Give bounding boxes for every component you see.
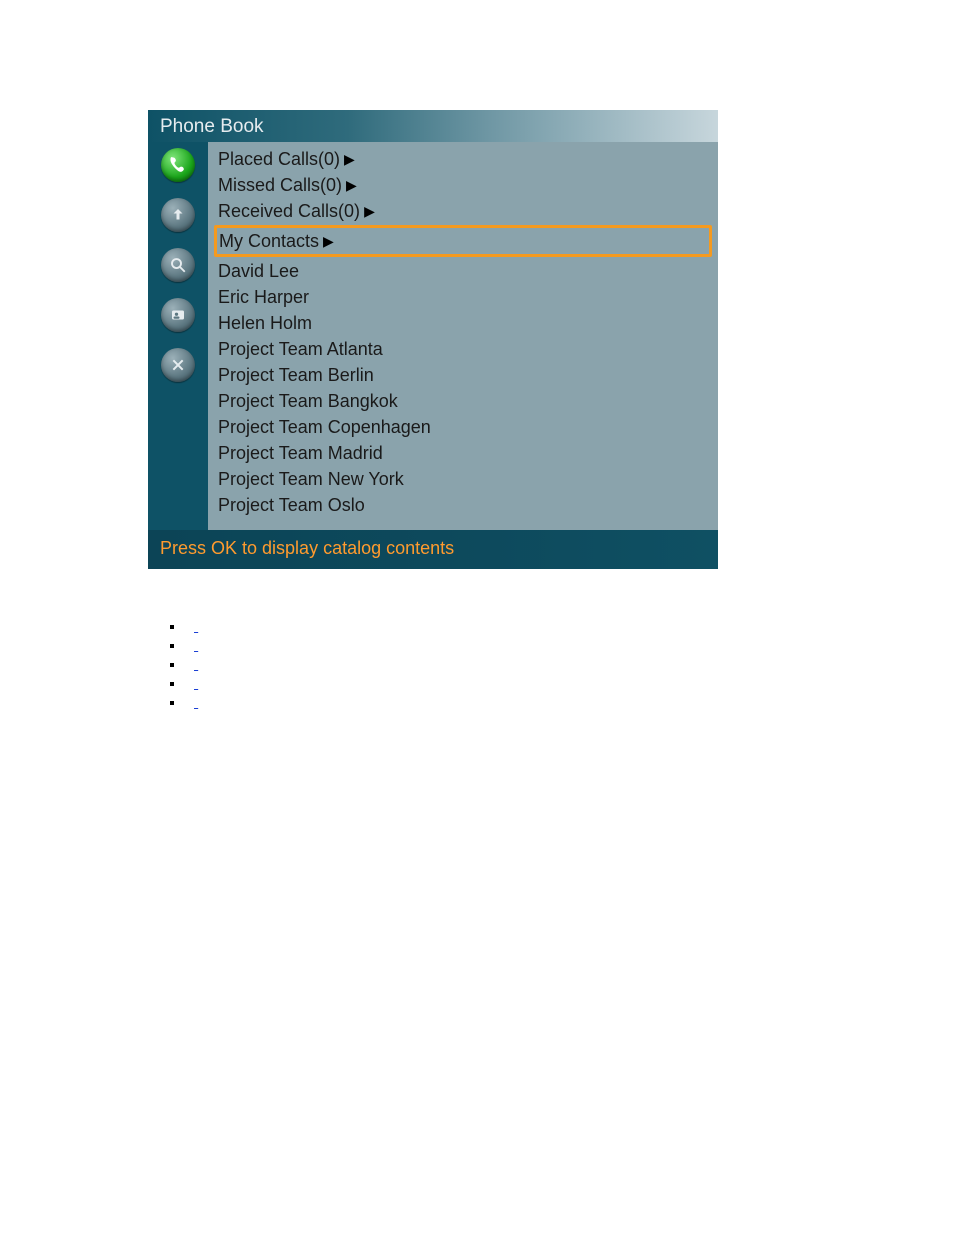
bullet-icon bbox=[170, 701, 174, 705]
list-item[interactable]: Project Team Oslo bbox=[214, 492, 712, 518]
list-item[interactable]: Eric Harper bbox=[214, 284, 712, 310]
list-item-label: Project Team New York bbox=[218, 466, 404, 492]
list-column: Placed Calls(0)▶Missed Calls(0)▶Received… bbox=[208, 142, 718, 530]
link[interactable] bbox=[194, 655, 294, 674]
list-item-label: David Lee bbox=[218, 258, 299, 284]
list-item-label: Project Team Copenhagen bbox=[218, 414, 431, 440]
close-icon[interactable] bbox=[161, 348, 195, 382]
bullet-icon bbox=[170, 682, 174, 686]
bullet-link-row bbox=[170, 636, 954, 655]
bullet-icon bbox=[170, 644, 174, 648]
link[interactable] bbox=[194, 617, 270, 636]
list-item-label: Helen Holm bbox=[218, 310, 312, 336]
chevron-right-icon: ▶ bbox=[346, 172, 357, 198]
list-item-label: Project Team Oslo bbox=[218, 492, 365, 518]
panel-body: Placed Calls(0)▶Missed Calls(0)▶Received… bbox=[148, 142, 718, 530]
chevron-right-icon: ▶ bbox=[323, 228, 334, 254]
chevron-right-icon: ▶ bbox=[344, 146, 355, 172]
list-item[interactable]: Project Team New York bbox=[214, 466, 712, 492]
bullet-icon bbox=[170, 663, 174, 667]
list-item[interactable]: Received Calls(0)▶ bbox=[214, 198, 712, 224]
list-item-label: Eric Harper bbox=[218, 284, 309, 310]
up-folder-icon[interactable] bbox=[161, 198, 195, 232]
links-list bbox=[170, 617, 954, 712]
list-item[interactable]: Placed Calls(0)▶ bbox=[214, 146, 712, 172]
list-item[interactable]: Helen Holm bbox=[214, 310, 712, 336]
list-item-label: Project Team Bangkok bbox=[218, 388, 398, 414]
list-item[interactable]: Project Team Bangkok bbox=[214, 388, 712, 414]
panel-title: Phone Book bbox=[148, 110, 718, 142]
list-item-label: Missed Calls(0) bbox=[218, 172, 342, 198]
phone-book-panel: Phone Book Placed Calls(0)▶Mis bbox=[148, 110, 718, 569]
list-item[interactable]: My Contacts▶ bbox=[214, 225, 712, 257]
list-item-label: Placed Calls(0) bbox=[218, 146, 340, 172]
panel-footer: Press OK to display catalog contents bbox=[148, 530, 718, 569]
bullet-link-row bbox=[170, 674, 954, 693]
phone-icon[interactable] bbox=[161, 148, 195, 182]
link[interactable] bbox=[194, 693, 304, 712]
document-page: Phone Book Placed Calls(0)▶Mis bbox=[0, 0, 954, 1235]
chevron-right-icon: ▶ bbox=[364, 198, 375, 224]
bullet-link-row bbox=[170, 693, 954, 712]
new-contact-icon[interactable] bbox=[161, 298, 195, 332]
search-icon[interactable] bbox=[161, 248, 195, 282]
list-item[interactable]: Missed Calls(0)▶ bbox=[214, 172, 712, 198]
list-item-label: Received Calls(0) bbox=[218, 198, 360, 224]
list-item[interactable]: Project Team Atlanta bbox=[214, 336, 712, 362]
icon-column bbox=[148, 142, 208, 530]
bullet-icon bbox=[170, 625, 174, 629]
list-item-label: Project Team Berlin bbox=[218, 362, 374, 388]
list-item-label: Project Team Atlanta bbox=[218, 336, 383, 362]
link[interactable] bbox=[194, 674, 286, 693]
bullet-link-row bbox=[170, 655, 954, 674]
list-item[interactable]: Project Team Berlin bbox=[214, 362, 712, 388]
list-item[interactable]: Project Team Madrid bbox=[214, 440, 712, 466]
list-item[interactable]: Project Team Copenhagen bbox=[214, 414, 712, 440]
link[interactable] bbox=[194, 636, 276, 655]
list-item-label: Project Team Madrid bbox=[218, 440, 383, 466]
list-item-label: My Contacts bbox=[219, 228, 319, 254]
bullet-link-row bbox=[170, 617, 954, 636]
list-item[interactable]: David Lee bbox=[214, 258, 712, 284]
